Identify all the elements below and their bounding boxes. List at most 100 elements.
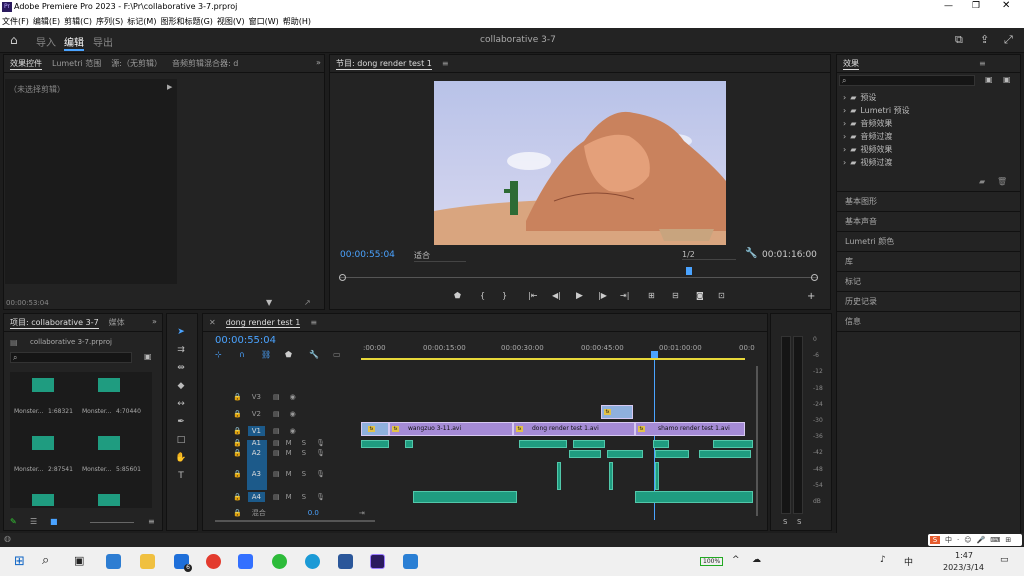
type-icon[interactable]: T: [175, 470, 187, 482]
lock-icon[interactable]: 🔒: [233, 439, 242, 447]
compare-icon[interactable]: ⊡: [718, 291, 725, 300]
clock-date[interactable]: 2023/3/14: [943, 563, 984, 572]
media-thumb-4[interactable]: [98, 436, 120, 450]
settings-icon[interactable]: 🔧: [309, 350, 319, 359]
sequence-menu-icon[interactable]: ≡: [310, 318, 317, 327]
mark-out-icon[interactable]: }: [502, 291, 507, 300]
media-thumb-3[interactable]: [32, 436, 54, 450]
section-essential-sound[interactable]: 基本声音: [837, 212, 1020, 232]
preset-bin-icon[interactable]: ▣: [985, 75, 993, 84]
edge-icon[interactable]: [305, 554, 320, 569]
tab-media[interactable]: 媒体: [109, 317, 125, 328]
new-folder-icon[interactable]: ▰: [979, 177, 985, 186]
lock-icon[interactable]: 🔒: [233, 393, 242, 401]
chrome-icon[interactable]: [206, 554, 221, 569]
audio-clip-a1[interactable]: [573, 440, 605, 448]
play-button[interactable]: ▶: [576, 291, 583, 301]
folder-lumetri-presets[interactable]: › ▰ Lumetri 预设: [837, 104, 1020, 117]
task-view-icon[interactable]: ▣: [74, 554, 84, 567]
menu-clip[interactable]: 剪辑(C): [64, 16, 92, 27]
eye-icon[interactable]: ◉: [290, 410, 296, 418]
folder-video-transitions[interactable]: › ▰ 视频过渡: [837, 156, 1020, 169]
menu-file[interactable]: 文件(F): [2, 16, 29, 27]
hand-icon[interactable]: ✋: [175, 452, 187, 464]
film-icon[interactable]: ▤: [273, 410, 280, 418]
audio-clip-a4[interactable]: [635, 491, 753, 503]
playhead-marker[interactable]: [686, 267, 692, 275]
lock-icon[interactable]: 🔒: [233, 449, 242, 457]
share-icon[interactable]: ⇪: [980, 33, 989, 46]
tab-import[interactable]: 导入: [36, 34, 56, 49]
film-icon[interactable]: ▤: [273, 393, 280, 401]
sync-icon[interactable]: ▤: [273, 439, 280, 447]
folder-presets[interactable]: › ▰ 预设: [837, 91, 1020, 104]
mute-button[interactable]: M: [286, 470, 292, 478]
menu-help[interactable]: 帮助(H): [283, 16, 311, 27]
audio-clip-a2[interactable]: [569, 450, 601, 458]
audio-clip-a2[interactable]: [607, 450, 643, 458]
tab-effects[interactable]: 效果: [843, 58, 859, 70]
audio-clip-a4[interactable]: [413, 491, 517, 503]
audio-clip-a1[interactable]: [713, 440, 753, 448]
zoom-slider[interactable]: [90, 522, 134, 523]
cloud-icon[interactable]: ☁: [752, 555, 761, 565]
close-sequence-icon[interactable]: ✕: [209, 318, 216, 327]
mic-icon[interactable]: 🎙: [316, 470, 325, 478]
mute-button[interactable]: M: [286, 439, 292, 447]
lock-icon[interactable]: 🔒: [233, 509, 242, 517]
mic-icon[interactable]: 🎙: [316, 493, 325, 501]
section-history[interactable]: 历史记录: [837, 292, 1020, 312]
mute-button[interactable]: M: [286, 493, 292, 501]
linked-icon[interactable]: ⛓: [261, 350, 271, 359]
lock-icon[interactable]: 🔒: [233, 427, 242, 435]
tab-edit[interactable]: 编辑: [64, 34, 84, 51]
resolution-dropdown[interactable]: 1/2: [682, 250, 736, 260]
section-libraries[interactable]: 库: [837, 252, 1020, 272]
sync-icon[interactable]: ▤: [273, 493, 280, 501]
tab-effect-controls[interactable]: 效果控件: [10, 58, 42, 70]
maximize-button[interactable]: ❐: [972, 1, 980, 11]
go-to-end-icon[interactable]: ⇥: [359, 509, 365, 517]
list-view-icon[interactable]: ☰: [30, 517, 37, 526]
clip-wangzuo[interactable]: fx wangzuo 3-11.avi: [389, 422, 513, 436]
razor-icon[interactable]: ◆: [175, 380, 187, 392]
wechat-icon[interactable]: [272, 554, 287, 569]
audio-clip-a2[interactable]: [699, 450, 751, 458]
new-bin-icon[interactable]: ▣: [1003, 75, 1011, 84]
mute-button[interactable]: M: [286, 449, 292, 457]
section-info[interactable]: 信息: [837, 312, 1020, 332]
lock-icon[interactable]: 🔒: [233, 493, 242, 501]
eye-icon[interactable]: ◉: [290, 393, 296, 401]
export-frame-icon[interactable]: ↗: [304, 298, 311, 307]
effects-search-input[interactable]: ⌕: [839, 75, 975, 86]
section-essential-graphics[interactable]: 基本图形: [837, 192, 1020, 212]
program-scrubber[interactable]: [339, 267, 818, 281]
windows-start-icon[interactable]: ⊞: [14, 554, 25, 569]
word-icon[interactable]: [338, 554, 353, 569]
tab-program[interactable]: 节目: dong render test 1: [336, 58, 432, 70]
folder-video-effects[interactable]: › ▰ 视频效果: [837, 143, 1020, 156]
audio-clip-a1[interactable]: [405, 440, 413, 448]
lock-icon[interactable]: 🔒: [233, 410, 242, 418]
effects-menu-icon[interactable]: ≡: [979, 59, 986, 68]
media-thumb-2[interactable]: [98, 378, 120, 392]
mark-in-icon[interactable]: {: [480, 291, 485, 300]
solo-right-button[interactable]: S: [797, 518, 801, 526]
film-icon[interactable]: ▤: [273, 427, 280, 435]
solo-button[interactable]: S: [302, 439, 306, 447]
media-thumb-6[interactable]: [98, 494, 120, 506]
clip-v1-start[interactable]: fx: [361, 422, 389, 436]
go-to-in-icon[interactable]: |⇤: [528, 291, 537, 300]
battery-icon[interactable]: 100%: [700, 557, 724, 566]
step-back-icon[interactable]: ◀|: [552, 291, 561, 300]
lift-icon[interactable]: ⊞: [648, 291, 655, 300]
wrench-icon[interactable]: 🔧: [745, 248, 757, 259]
audio-clip-a3[interactable]: [609, 462, 613, 490]
media-thumb-1[interactable]: [32, 378, 54, 392]
tab-lumetri-scopes[interactable]: Lumetri 范围: [52, 58, 101, 69]
menu-edit[interactable]: 编辑(E): [33, 16, 60, 27]
lock-icon[interactable]: 🔒: [233, 470, 242, 478]
solo-button[interactable]: S: [302, 470, 306, 478]
project-search-input[interactable]: ⌕: [10, 352, 132, 363]
clip-v2-graphic[interactable]: fx: [601, 405, 633, 419]
